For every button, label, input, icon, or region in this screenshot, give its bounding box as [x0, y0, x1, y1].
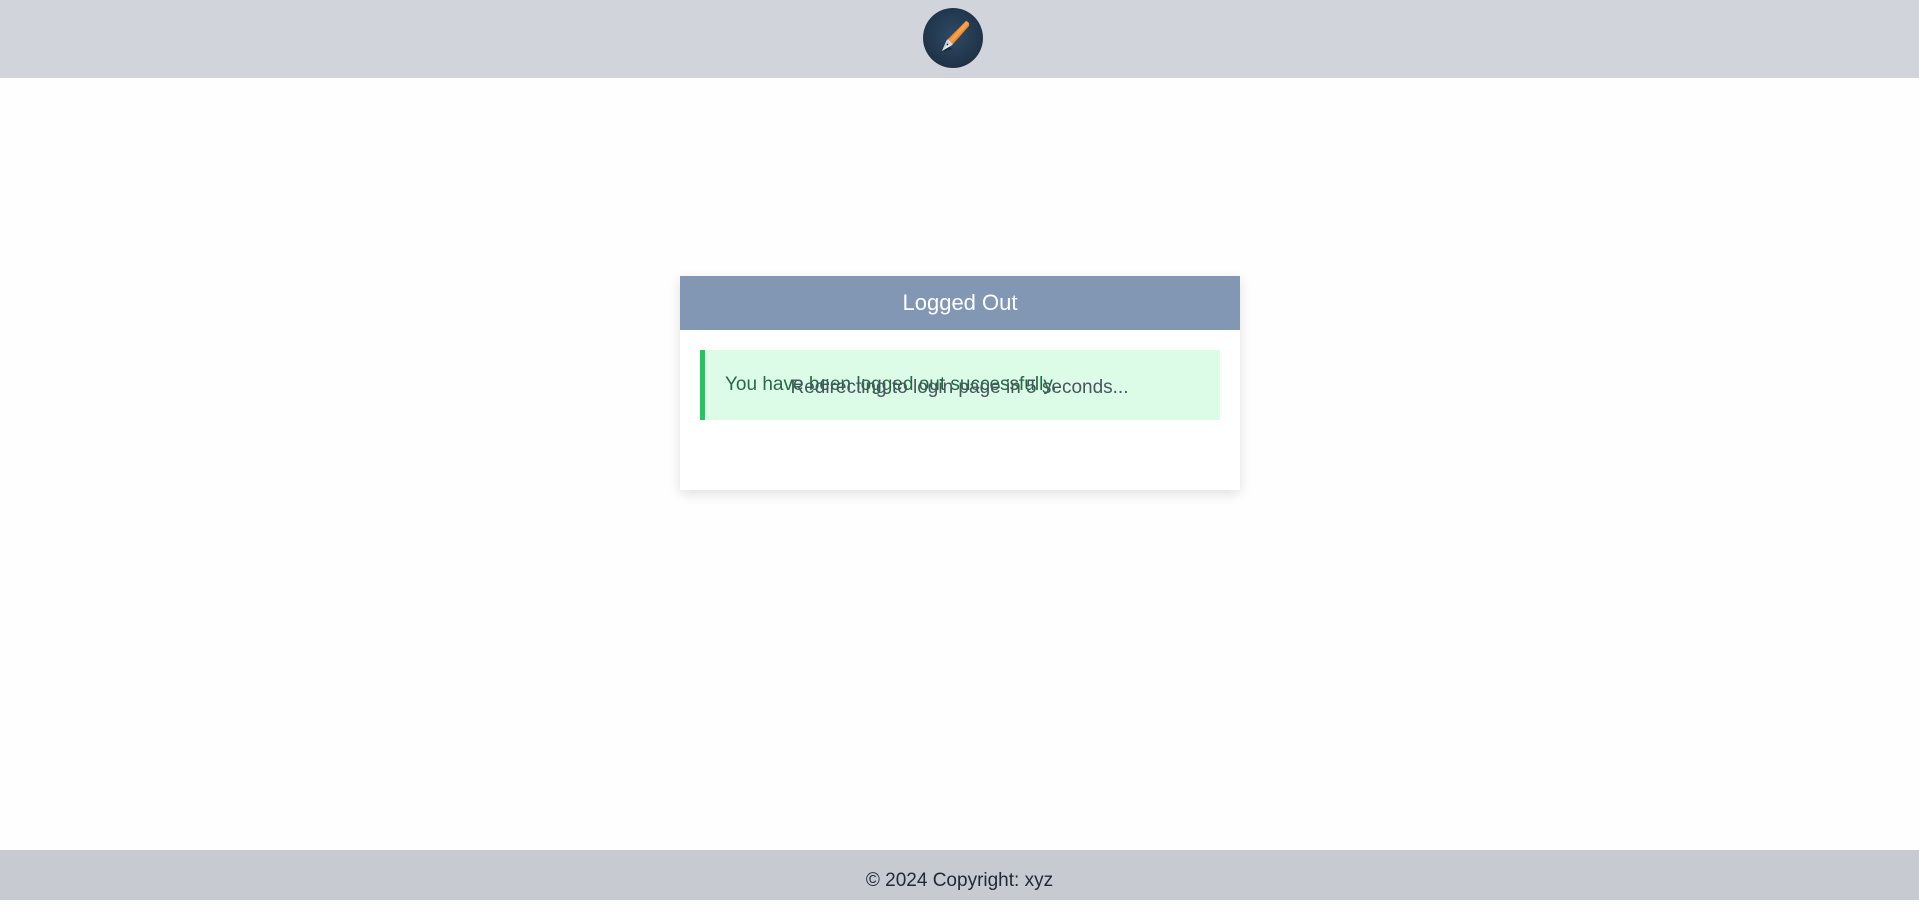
card-title: Logged Out: [680, 276, 1240, 330]
redirect-message: Redirecting to login page in 5 seconds..…: [790, 377, 1129, 398]
top-header: [0, 0, 1919, 78]
main-content: Logged Out You have been logged out succ…: [0, 78, 1919, 850]
fountain-pen-icon: [942, 21, 970, 52]
footer: © 2024 Copyright: xyz: [0, 850, 1919, 900]
copyright-text: © 2024 Copyright: xyz: [865, 870, 1054, 891]
logo[interactable]: [923, 8, 983, 68]
